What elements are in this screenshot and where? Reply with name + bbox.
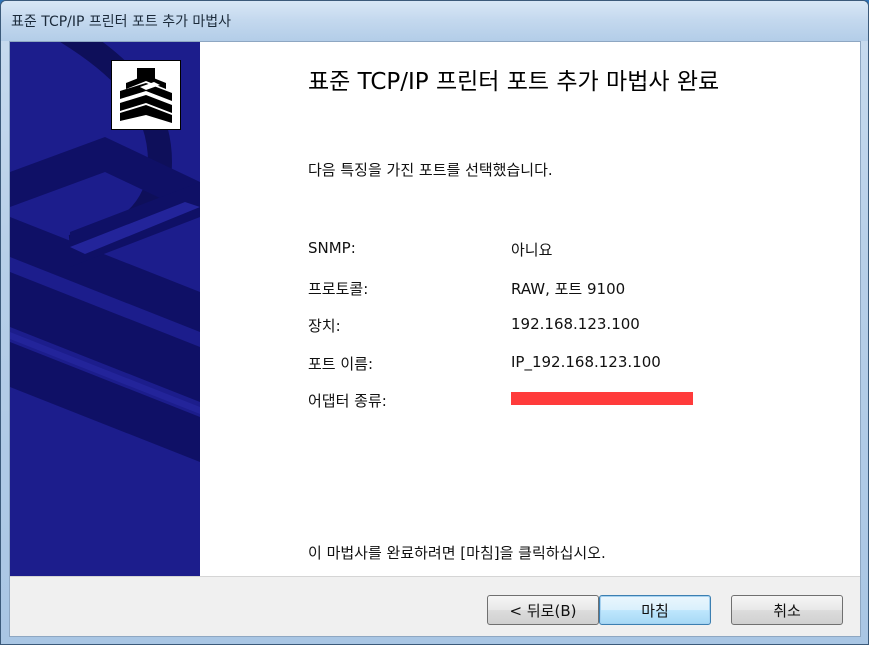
cancel-button[interactable]: 취소 xyxy=(731,595,843,625)
wizard-client-area: 표준 TCP/IP 프린터 포트 추가 마법사 완료 다음 특징을 가진 포트를… xyxy=(9,41,861,637)
snmp-value: 아니요 xyxy=(511,241,553,259)
device-value: 192.168.123.100 xyxy=(511,315,640,333)
port-name-label: 포트 이름: xyxy=(308,355,374,373)
wizard-window: 표준 TCP/IP 프린터 포트 추가 마법사 표준 TCP/IP 프린터 포트… xyxy=(0,0,869,645)
page-title: 표준 TCP/IP 프린터 포트 추가 마법사 완료 xyxy=(308,69,720,95)
protocol-label: 프로토콜: xyxy=(308,280,369,298)
snmp-label: SNMP: xyxy=(308,239,356,257)
protocol-value: RAW, 포트 9100 xyxy=(511,280,626,298)
printer-wizard-icon xyxy=(111,60,181,130)
back-button[interactable]: < 뒤로(B) xyxy=(487,595,599,625)
window-title: 표준 TCP/IP 프린터 포트 추가 마법사 xyxy=(11,14,232,30)
banner-panel xyxy=(10,42,200,576)
finish-instruction: 이 마법사를 완료하려면 [마침]을 클릭하십시오. xyxy=(308,544,606,562)
wizard-content: 표준 TCP/IP 프린터 포트 추가 마법사 완료 다음 특징을 가진 포트를… xyxy=(200,42,860,576)
port-name-value: IP_192.168.123.100 xyxy=(511,353,661,371)
intro-text: 다음 특징을 가진 포트를 선택했습니다. xyxy=(308,161,553,179)
button-bar: < 뒤로(B) 마침 취소 xyxy=(10,576,860,636)
device-label: 장치: xyxy=(308,317,341,335)
finish-button[interactable]: 마침 xyxy=(599,595,711,625)
adapter-type-label: 어댑터 종류: xyxy=(308,392,387,410)
title-bar[interactable]: 표준 TCP/IP 프린터 포트 추가 마법사 xyxy=(1,1,868,41)
adapter-type-redaction xyxy=(511,392,693,405)
